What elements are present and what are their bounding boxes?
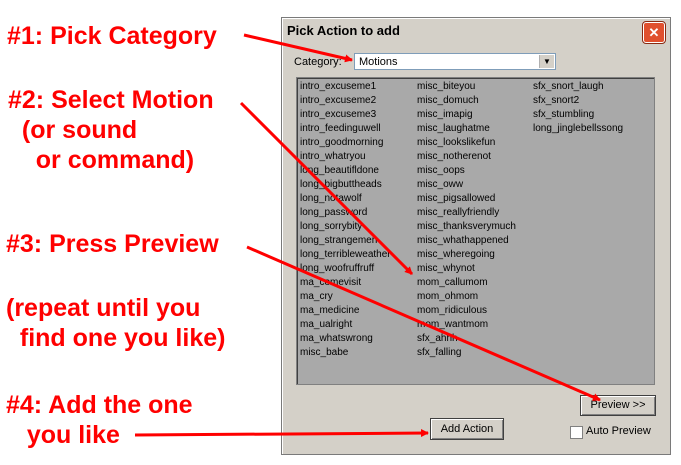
list-item[interactable]: long_strangemen	[300, 234, 391, 248]
list-item[interactable]: sfx_snort_laugh	[533, 80, 623, 94]
action-list-column-3: sfx_snort_laugh sfx_snort2 sfx_stumbling lo…	[533, 80, 623, 136]
list-item[interactable]: mom_callumom	[417, 276, 516, 290]
list-item[interactable]: ma_medicine	[300, 304, 391, 318]
list-item[interactable]: long_notawolf	[300, 192, 391, 206]
list-item[interactable]: misc_domuch	[417, 94, 516, 108]
list-item[interactable]: ma_ualright	[300, 318, 391, 332]
list-item[interactable]: misc_reallyfriendly	[417, 206, 516, 220]
auto-preview-checkbox[interactable]	[570, 426, 583, 439]
list-item[interactable]: long_jinglebellssong	[533, 122, 623, 136]
list-item[interactable]: intro_goodmorning	[300, 136, 391, 150]
list-item[interactable]: mom_ridiculous	[417, 304, 516, 318]
list-item[interactable]: mom_ohmom	[417, 290, 516, 304]
list-item[interactable]: mom_wantmom	[417, 318, 516, 332]
list-item[interactable]: intro_excuseme1	[300, 80, 391, 94]
action-list-column-2: misc_biteyou misc_domuch misc_imapig misc_l…	[417, 80, 516, 360]
list-item[interactable]: misc_laughatme	[417, 122, 516, 136]
list-item[interactable]: misc_thanksverymuch	[417, 220, 516, 234]
list-item[interactable]: long_bigbuttheads	[300, 178, 391, 192]
dialog-title: Pick Action to add	[287, 23, 400, 38]
list-item[interactable]: intro_whatryou	[300, 150, 391, 164]
close-button[interactable]: ✕	[642, 21, 666, 44]
annotation-step3-note: (repeat until you find one you like)	[6, 294, 226, 352]
list-item[interactable]: ma_whatswrong	[300, 332, 391, 346]
annotation-step4: #4: Add the one you like	[6, 391, 193, 449]
close-icon: ✕	[648, 25, 660, 40]
list-item[interactable]: intro_excuseme2	[300, 94, 391, 108]
list-item[interactable]: misc_pigsallowed	[417, 192, 516, 206]
list-item[interactable]: long_beautifldone	[300, 164, 391, 178]
add-action-button[interactable]: Add Action	[430, 418, 504, 440]
list-item[interactable]: misc_babe	[300, 346, 391, 360]
list-item[interactable]: long_sorrybity	[300, 220, 391, 234]
action-list-column-1: intro_excuseme1 intro_excuseme2 intro_excu…	[300, 80, 391, 360]
list-item[interactable]: sfx_snort2	[533, 94, 623, 108]
list-item[interactable]: misc_oww	[417, 178, 516, 192]
list-item[interactable]: long_terribleweather	[300, 248, 391, 262]
list-item[interactable]: misc_wheregoing	[417, 248, 516, 262]
category-select[interactable]: Motions ▼	[354, 53, 556, 70]
list-item[interactable]: long_woofruffruff	[300, 262, 391, 276]
list-item[interactable]: sfx_ahhh	[417, 332, 516, 346]
list-item[interactable]: misc_oops	[417, 164, 516, 178]
annotation-step3: #3: Press Preview	[6, 230, 219, 258]
list-item[interactable]: misc_imapig	[417, 108, 516, 122]
list-item[interactable]: ma_cry	[300, 290, 391, 304]
auto-preview-label: Auto Preview	[586, 425, 651, 437]
list-item[interactable]: long_password	[300, 206, 391, 220]
chevron-down-icon[interactable]: ▼	[539, 55, 554, 68]
list-item[interactable]: intro_excuseme3	[300, 108, 391, 122]
list-item[interactable]: misc_whynot	[417, 262, 516, 276]
title-bar[interactable]: Pick Action to add ✕	[282, 18, 670, 44]
category-label: Category:	[294, 56, 342, 68]
list-item[interactable]: ma_comevisit	[300, 276, 391, 290]
list-item[interactable]: intro_feedinguwell	[300, 122, 391, 136]
category-value: Motions	[359, 56, 398, 68]
action-list[interactable]: intro_excuseme1 intro_excuseme2 intro_excu…	[296, 77, 655, 385]
pick-action-dialog: Pick Action to add ✕ Category: Motions ▼…	[281, 17, 671, 455]
list-item[interactable]: misc_biteyou	[417, 80, 516, 94]
list-item[interactable]: misc_notherenot	[417, 150, 516, 164]
annotation-step2: #2: Select Motion (or sound or command)	[8, 86, 214, 174]
annotation-step1: #1: Pick Category	[7, 22, 217, 50]
preview-button[interactable]: Preview >>	[580, 395, 656, 416]
list-item[interactable]: misc_lookslikefun	[417, 136, 516, 150]
list-item[interactable]: misc_whathappened	[417, 234, 516, 248]
list-item[interactable]: sfx_stumbling	[533, 108, 623, 122]
list-item[interactable]: sfx_falling	[417, 346, 516, 360]
